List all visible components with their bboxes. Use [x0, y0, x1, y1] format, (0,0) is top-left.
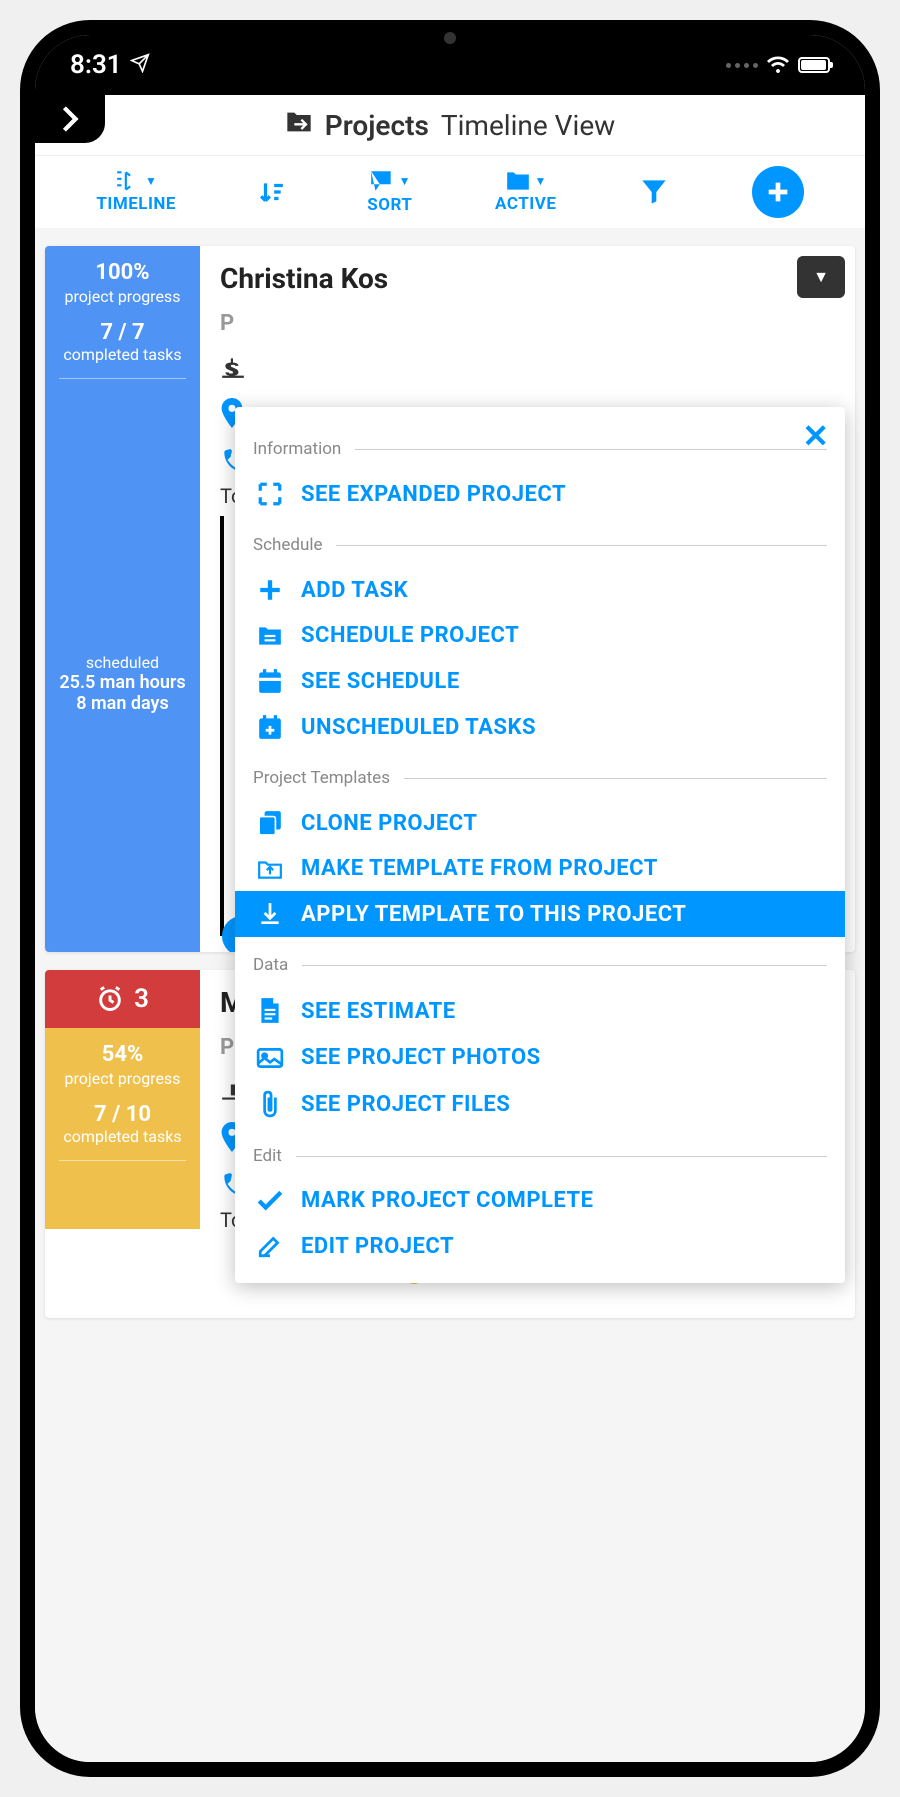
- calendar-icon: [253, 668, 287, 694]
- folder-up-icon: [253, 858, 287, 880]
- clone-project[interactable]: CLONE PROJECT: [235, 800, 845, 846]
- progress-percent: 100%: [51, 260, 194, 285]
- project-menu-button[interactable]: ▼: [797, 256, 845, 298]
- mark-complete[interactable]: MARK PROJECT COMPLETE: [235, 1178, 845, 1223]
- menu-label: SEE EXPANDED PROJECT: [301, 482, 566, 507]
- completed-tasks-count: 7 / 10: [51, 1102, 194, 1127]
- toolbar: ▼ TIMELINE ▼ SORT: [35, 155, 865, 228]
- phone-screen: 8:31: [35, 35, 865, 1762]
- schedule-project[interactable]: SCHEDULE PROJECT: [235, 613, 845, 658]
- section-header: Schedule: [253, 535, 322, 555]
- paperclip-icon: [253, 1090, 287, 1118]
- section-header: Data: [253, 955, 288, 975]
- section-header: Project Templates: [253, 768, 390, 788]
- menu-label: CLONE PROJECT: [301, 811, 477, 836]
- see-expanded-project[interactable]: SEE EXPANDED PROJECT: [235, 471, 845, 517]
- phone-notch: [290, 20, 610, 62]
- scheduled-label: scheduled: [51, 653, 194, 672]
- timeline-dropdown[interactable]: ▼ TIMELINE: [96, 170, 176, 214]
- add-task[interactable]: ADD TASK: [235, 567, 845, 613]
- completed-tasks-count: 7 / 7: [51, 320, 194, 345]
- menu-label: SEE ESTIMATE: [301, 999, 456, 1024]
- phone-frame: 8:31: [20, 20, 880, 1777]
- page-title: Projects: [325, 109, 429, 142]
- menu-label: UNSCHEDULED TASKS: [301, 715, 536, 740]
- page-subtitle: Timeline View: [441, 109, 615, 142]
- completed-tasks-label: completed tasks: [51, 1127, 194, 1146]
- completed-tasks-label: completed tasks: [51, 345, 194, 364]
- menu-label: MARK PROJECT COMPLETE: [301, 1188, 594, 1213]
- copy-icon: [253, 810, 287, 836]
- alarm-badge: 3: [45, 970, 200, 1028]
- alarm-count: 3: [134, 984, 149, 1014]
- sort-dropdown[interactable]: ▼ SORT: [367, 169, 412, 215]
- add-project-button[interactable]: [752, 166, 804, 218]
- see-schedule[interactable]: SEE SCHEDULE: [235, 658, 845, 704]
- calendar-plus-icon: [253, 714, 287, 740]
- progress-percent: 54%: [51, 1042, 194, 1067]
- payment-icon: [220, 356, 835, 378]
- see-estimate[interactable]: SEE ESTIMATE: [235, 987, 845, 1035]
- section-header: Edit: [253, 1146, 282, 1166]
- sort-direction-button[interactable]: [259, 179, 285, 205]
- progress-label: project progress: [51, 1069, 194, 1088]
- active-dropdown[interactable]: ▼ ACTIVE: [495, 170, 556, 214]
- battery-icon: [798, 57, 830, 73]
- close-button[interactable]: ✕: [802, 417, 829, 455]
- project-progress-panel: 54% project progress 7 / 10 completed ta…: [45, 1028, 200, 1229]
- menu-label: SEE SCHEDULE: [301, 669, 460, 694]
- status-time: 8:31: [70, 50, 122, 80]
- apply-template[interactable]: APPLY TEMPLATE TO THIS PROJECT: [235, 891, 845, 937]
- signal-dots-icon: [726, 63, 758, 68]
- see-files[interactable]: SEE PROJECT FILES: [235, 1080, 845, 1128]
- menu-label: SCHEDULE PROJECT: [301, 623, 519, 648]
- make-template[interactable]: MAKE TEMPLATE FROM PROJECT: [235, 846, 845, 891]
- unscheduled-tasks[interactable]: UNSCHEDULED TASKS: [235, 704, 845, 750]
- menu-label: APPLY TEMPLATE TO THIS PROJECT: [301, 902, 686, 927]
- plus-icon: [253, 577, 287, 603]
- section-header: Information: [253, 439, 341, 459]
- project-name: Christina Kos: [220, 262, 835, 295]
- expand-icon: [253, 481, 287, 507]
- image-icon: [253, 1047, 287, 1069]
- man-hours: 25.5 man hours: [59, 672, 185, 693]
- back-button[interactable]: [35, 95, 105, 143]
- document-icon: [253, 997, 287, 1025]
- folder-icon: [253, 625, 287, 647]
- priority-label: P: [220, 311, 234, 336]
- man-days: 8 man days: [76, 693, 168, 714]
- menu-label: SEE PROJECT FILES: [301, 1092, 510, 1117]
- check-icon: [253, 1190, 287, 1212]
- project-action-menu: ✕ Information SEE EXPANDED PROJECT Sched…: [235, 407, 845, 1283]
- menu-label: SEE PROJECT PHOTOS: [301, 1045, 541, 1070]
- see-photos[interactable]: SEE PROJECT PHOTOS: [235, 1035, 845, 1080]
- progress-label: project progress: [51, 287, 194, 306]
- filter-button[interactable]: [639, 178, 669, 206]
- sort-label: SORT: [367, 195, 412, 215]
- edit-project[interactable]: EDIT PROJECT: [235, 1223, 845, 1269]
- menu-label: EDIT PROJECT: [301, 1234, 454, 1259]
- menu-label: MAKE TEMPLATE FROM PROJECT: [301, 856, 658, 881]
- download-icon: [253, 901, 287, 927]
- app-header: Projects Timeline View ▼ TIMELINE: [35, 95, 865, 228]
- wifi-icon: [766, 50, 790, 80]
- project-progress-panel: 100% project progress 7 / 7 completed ta…: [45, 246, 200, 952]
- menu-label: ADD TASK: [301, 578, 408, 603]
- folder-arrow-icon: [285, 110, 313, 140]
- active-label: ACTIVE: [495, 194, 556, 214]
- timeline-label: TIMELINE: [96, 194, 176, 214]
- priority-label: P: [220, 1035, 234, 1060]
- edit-icon: [253, 1233, 287, 1259]
- location-arrow-icon: [130, 50, 150, 80]
